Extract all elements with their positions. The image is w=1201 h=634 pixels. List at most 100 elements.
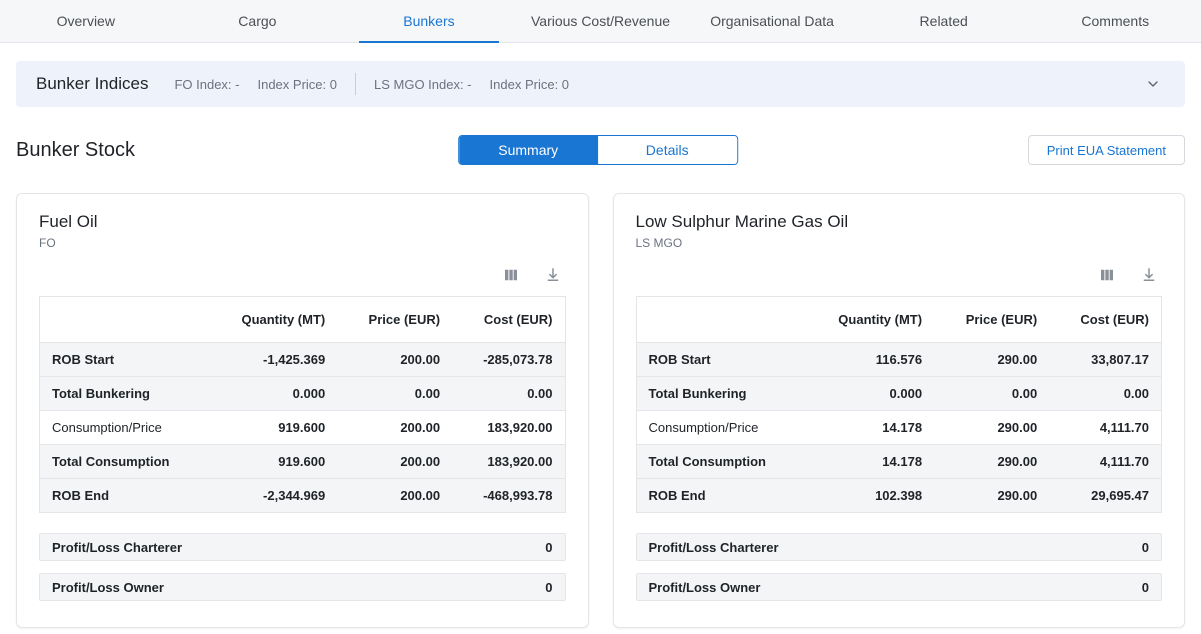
profit-loss-charterer-row: Profit/Loss Charterer 0 [636, 533, 1163, 561]
table-row: ROB Start -1,425.369 200.00 -285,073.78 [40, 343, 566, 377]
quantity-value: 14.178 [804, 445, 934, 479]
tab-label: Related [920, 13, 968, 29]
tab-cargo[interactable]: Cargo [172, 0, 344, 42]
quantity-value: 919.600 [208, 411, 338, 445]
quantity-value: 116.576 [804, 343, 934, 377]
column-settings-icon[interactable] [1098, 266, 1116, 284]
ls-mgo-table: Quantity (MT) Price (EUR) Cost (EUR) ROB… [636, 296, 1163, 513]
table-row: Consumption/Price 919.600 200.00 183,920… [40, 411, 566, 445]
profit-loss-value: 0 [1142, 540, 1149, 555]
bunker-indices-bar: Bunker Indices FO Index: - Index Price: … [16, 61, 1185, 107]
cost-value: 0.00 [1049, 377, 1161, 411]
fo-index-value: FO Index: - [174, 77, 239, 92]
price-value: 290.00 [934, 445, 1049, 479]
profit-loss-owner-row: Profit/Loss Owner 0 [39, 573, 566, 601]
column-header-empty [636, 297, 804, 343]
price-value: 200.00 [337, 411, 452, 445]
table-row: Consumption/Price 14.178 290.00 4,111.70 [636, 411, 1162, 445]
tab-overview[interactable]: Overview [0, 0, 172, 42]
details-toggle-button[interactable]: Details [598, 136, 737, 164]
profit-loss-value: 0 [1142, 580, 1149, 595]
chevron-down-icon[interactable] [1141, 72, 1165, 96]
column-header: Price (EUR) [337, 297, 452, 343]
column-settings-icon[interactable] [502, 266, 520, 284]
ls-mgo-index-value: LS MGO Index: - [374, 77, 472, 92]
table-header-row: Quantity (MT) Price (EUR) Cost (EUR) [636, 297, 1162, 343]
cost-value: -285,073.78 [452, 343, 565, 377]
card-title: Fuel Oil [39, 212, 566, 232]
price-value: 290.00 [934, 479, 1049, 513]
tab-various-cost-revenue[interactable]: Various Cost/Revenue [515, 0, 687, 42]
quantity-value: 0.000 [804, 377, 934, 411]
cost-value: 0.00 [452, 377, 565, 411]
row-label: Profit/Loss Charterer [649, 540, 779, 555]
cost-value: 33,807.17 [1049, 343, 1161, 377]
row-label: Profit/Loss Charterer [52, 540, 182, 555]
column-header: Cost (EUR) [452, 297, 565, 343]
profit-loss-value: 0 [545, 540, 552, 555]
price-value: 0.00 [934, 377, 1049, 411]
price-value: 200.00 [337, 479, 452, 513]
table-row: Total Bunkering 0.000 0.00 0.00 [40, 377, 566, 411]
ls-mgo-card: Low Sulphur Marine Gas Oil LS MGO Quanti… [613, 193, 1186, 628]
bunker-stock-header: Bunker Stock Summary Details Print EUA S… [16, 133, 1185, 167]
row-label: ROB Start [636, 343, 804, 377]
download-icon[interactable] [544, 266, 562, 284]
tab-comments[interactable]: Comments [1029, 0, 1201, 42]
column-header: Quantity (MT) [208, 297, 338, 343]
page-title: Bunker Stock [16, 139, 135, 162]
fuel-oil-table: Quantity (MT) Price (EUR) Cost (EUR) ROB… [39, 296, 566, 513]
tab-organisational-data[interactable]: Organisational Data [686, 0, 858, 42]
quantity-value: -2,344.969 [208, 479, 338, 513]
column-header: Cost (EUR) [1049, 297, 1161, 343]
table-row: Total Bunkering 0.000 0.00 0.00 [636, 377, 1162, 411]
quantity-value: 102.398 [804, 479, 934, 513]
summary-details-toggle: Summary Details [458, 135, 738, 165]
column-header: Price (EUR) [934, 297, 1049, 343]
print-eua-statement-button[interactable]: Print EUA Statement [1028, 135, 1185, 165]
card-subtitle: FO [39, 236, 566, 250]
card-subtitle: LS MGO [636, 236, 1163, 250]
ls-mgo-index-price: Index Price: 0 [490, 77, 570, 92]
row-label: Profit/Loss Owner [52, 580, 164, 595]
divider [355, 73, 356, 95]
tab-label: Bunkers [403, 13, 454, 29]
cost-value: 183,920.00 [452, 445, 565, 479]
tab-label: Organisational Data [710, 13, 834, 29]
table-row: ROB End -2,344.969 200.00 -468,993.78 [40, 479, 566, 513]
column-header-empty [40, 297, 208, 343]
column-header: Quantity (MT) [804, 297, 934, 343]
table-header-row: Quantity (MT) Price (EUR) Cost (EUR) [40, 297, 566, 343]
tab-related[interactable]: Related [858, 0, 1030, 42]
top-tab-bar: Overview Cargo Bunkers Various Cost/Reve… [0, 0, 1201, 43]
row-label: Consumption/Price [636, 411, 804, 445]
row-label: ROB Start [40, 343, 208, 377]
bunker-indices-title: Bunker Indices [36, 74, 148, 94]
row-label: Total Consumption [40, 445, 208, 479]
profit-loss-charterer-row: Profit/Loss Charterer 0 [39, 533, 566, 561]
tab-label: Cargo [238, 13, 276, 29]
quantity-value: 14.178 [804, 411, 934, 445]
row-label: ROB End [636, 479, 804, 513]
tab-label: Comments [1081, 13, 1149, 29]
price-value: 200.00 [337, 343, 452, 377]
fo-index-price: Index Price: 0 [257, 77, 337, 92]
profit-loss-owner-row: Profit/Loss Owner 0 [636, 573, 1163, 601]
bunker-cards: Fuel Oil FO Quantity (MT) Price (EUR) Co… [16, 193, 1185, 628]
cost-value: 4,111.70 [1049, 411, 1161, 445]
cost-value: 4,111.70 [1049, 445, 1161, 479]
table-row: Total Consumption 14.178 290.00 4,111.70 [636, 445, 1162, 479]
summary-toggle-button[interactable]: Summary [459, 136, 598, 164]
table-row: Total Consumption 919.600 200.00 183,920… [40, 445, 566, 479]
row-label: Profit/Loss Owner [649, 580, 761, 595]
table-row: ROB End 102.398 290.00 29,695.47 [636, 479, 1162, 513]
table-row: ROB Start 116.576 290.00 33,807.17 [636, 343, 1162, 377]
row-label: ROB End [40, 479, 208, 513]
quantity-value: 0.000 [208, 377, 338, 411]
cost-value: 29,695.47 [1049, 479, 1161, 513]
row-label: Consumption/Price [40, 411, 208, 445]
cost-value: -468,993.78 [452, 479, 565, 513]
download-icon[interactable] [1140, 266, 1158, 284]
tab-label: Various Cost/Revenue [531, 13, 670, 29]
tab-bunkers[interactable]: Bunkers [343, 0, 515, 42]
